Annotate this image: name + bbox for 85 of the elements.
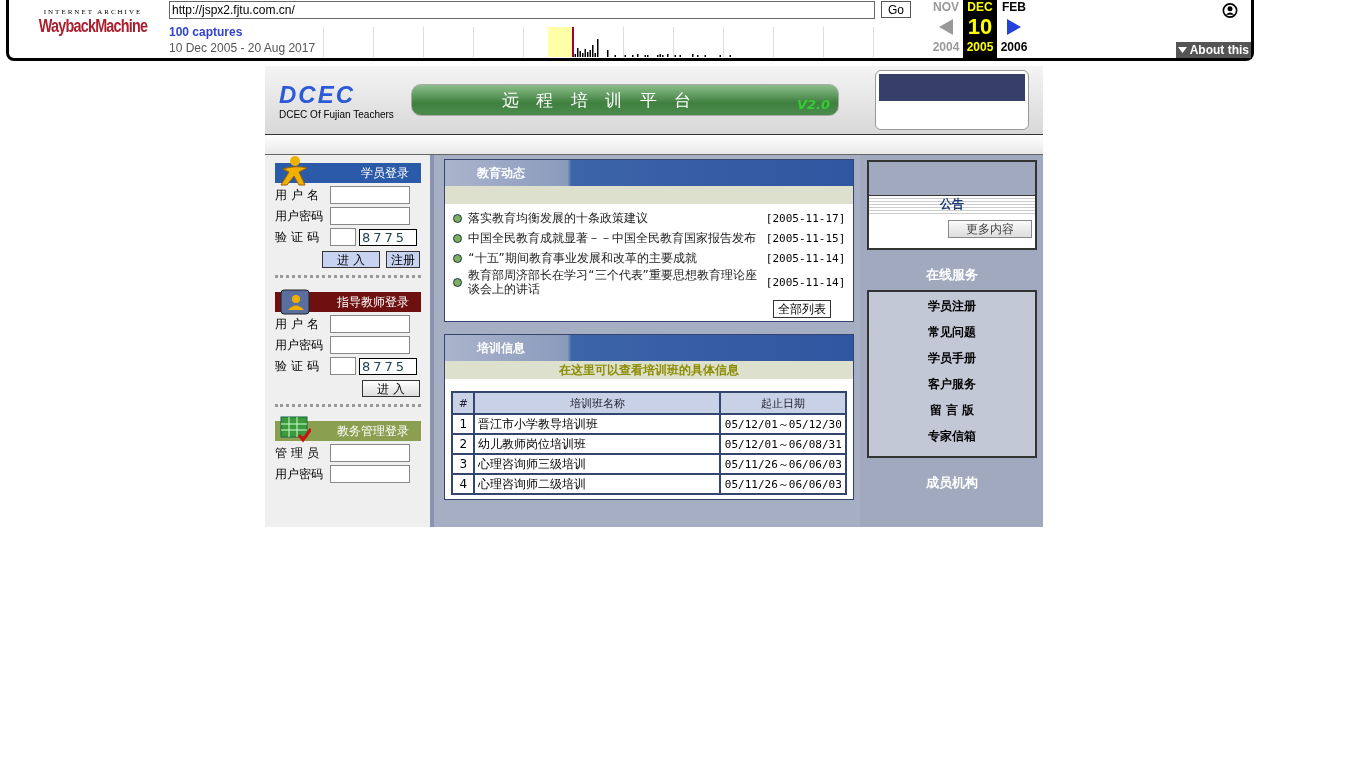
news-link[interactable]: 落实教育均衡发展的十条政策建议: [468, 211, 761, 225]
field-label: 用户密码: [275, 207, 324, 225]
text-field[interactable]: [330, 315, 410, 333]
field-label: 用户密码: [275, 336, 324, 354]
table-cell: 05/12/01～05/12/30: [720, 414, 847, 434]
bullet-icon: [453, 233, 463, 243]
service-link[interactable]: 常见问题: [869, 322, 1035, 348]
enter-button[interactable]: 进 入: [362, 380, 421, 397]
table-cell: 05/12/01～06/08/31: [720, 434, 847, 454]
column-header: 起止日期: [720, 392, 847, 414]
month-label[interactable]: DEC: [963, 0, 997, 14]
table-cell: 幼儿教师岗位培训班: [474, 434, 721, 454]
text-field[interactable]: [330, 444, 410, 462]
year-label[interactable]: 2006: [997, 40, 1031, 54]
date-range: 10 Dec 2005 - 20 Aug 2017: [169, 41, 317, 55]
news-date: [2005-11-15]: [765, 231, 846, 245]
text-field[interactable]: [330, 207, 410, 225]
field-label: 管 理 员: [275, 444, 320, 462]
service-link[interactable]: 学员手册: [869, 348, 1035, 374]
column-header: #: [452, 392, 475, 414]
day-number[interactable]: 10: [967, 14, 993, 40]
news-link[interactable]: “十五”期间教育事业发展和改革的主要成就: [468, 251, 761, 265]
version-label: V2.0: [796, 96, 830, 112]
service-link[interactable]: 留 言 版: [869, 400, 1035, 426]
bullet-icon: [453, 277, 463, 287]
news-link[interactable]: 教育部周济部长在学习“三个代表”重要思想教育理论座谈会上的讲话: [468, 268, 761, 296]
field-label: 用 户 名: [275, 315, 320, 333]
table-cell: 05/11/26～06/06/03: [720, 474, 847, 494]
captcha-image: 8775: [359, 228, 417, 246]
service-link[interactable]: 客户服务: [869, 374, 1035, 400]
login-title: 指导教师登录: [337, 293, 410, 311]
captcha-image: 8775: [359, 357, 417, 375]
bullet-icon: [453, 253, 463, 263]
panel-subtitle: 在这里可以查看培训班的具体信息: [445, 361, 854, 379]
register-button[interactable]: 注册: [386, 251, 421, 268]
notice-title: 公告: [869, 196, 1035, 214]
captures-link[interactable]: 100 captures: [169, 25, 323, 39]
panel-title: 培训信息: [477, 339, 526, 357]
field-label: 验 证 码: [275, 228, 320, 246]
go-button[interactable]: Go: [881, 1, 911, 18]
text-field[interactable]: [330, 186, 410, 204]
text-field[interactable]: [330, 465, 410, 483]
month-label[interactable]: FEB: [997, 0, 1031, 14]
url-field[interactable]: http://jspx2.fjtu.com.cn/: [169, 1, 875, 19]
all-list-button[interactable]: 全部列表: [773, 300, 832, 318]
news-link[interactable]: 中国全民教育成就显著－－中国全民教育国家报告发布: [468, 231, 761, 245]
section-heading: 成员机构: [925, 474, 980, 492]
next-arrow-icon: [1007, 19, 1021, 35]
table-cell: 晋江市小学教导培训班: [474, 414, 721, 434]
column-header: 培训班名称: [474, 392, 721, 414]
wayback-logo[interactable]: WaybackMachine: [37, 16, 149, 37]
text-field[interactable]: [330, 336, 410, 354]
table-cell: 05/11/26～06/06/03: [720, 454, 847, 474]
account-icon: [1221, 3, 1239, 18]
table-cell: 心理咨询师三级培训: [474, 454, 721, 474]
captcha-field[interactable]: [330, 228, 356, 246]
enter-button[interactable]: 进 入: [322, 251, 381, 268]
section-heading: 在线服务: [925, 266, 980, 284]
banner-title: 远 程 培 训 平 台: [502, 88, 698, 112]
logo-caption: DCEC Of Fujian Teachers: [279, 108, 395, 120]
about-button[interactable]: About this: [1175, 42, 1251, 58]
bullet-icon: [453, 213, 463, 223]
news-date: [2005-11-14]: [765, 275, 846, 289]
table-cell: 4: [452, 474, 475, 494]
grid-check-icon: [279, 413, 311, 445]
field-label: 用 户 名: [275, 186, 320, 204]
news-date: [2005-11-14]: [765, 251, 846, 265]
caret-icon: [1177, 47, 1187, 53]
login-title: 教务管理登录: [337, 422, 410, 440]
field-label: 验 证 码: [275, 357, 320, 375]
table-cell: 心理咨询师二级培训: [474, 474, 721, 494]
year-label[interactable]: 2005: [963, 40, 997, 54]
service-link[interactable]: 学员注册: [869, 296, 1035, 322]
panel-title: 教育动态: [477, 164, 526, 182]
service-link[interactable]: 专家信箱: [869, 426, 1035, 452]
field-label: 用户密码: [275, 465, 324, 483]
table-cell: 3: [452, 454, 475, 474]
more-button[interactable]: 更多内容: [948, 220, 1032, 238]
dcec-logo: DCEC: [279, 80, 356, 109]
previous-arrow-icon: [939, 19, 953, 35]
captcha-field[interactable]: [330, 357, 356, 375]
news-date: [2005-11-17]: [765, 211, 846, 225]
table-cell: 2: [452, 434, 475, 454]
login-title: 学员登录: [361, 164, 410, 182]
table-cell: 1: [452, 414, 475, 434]
